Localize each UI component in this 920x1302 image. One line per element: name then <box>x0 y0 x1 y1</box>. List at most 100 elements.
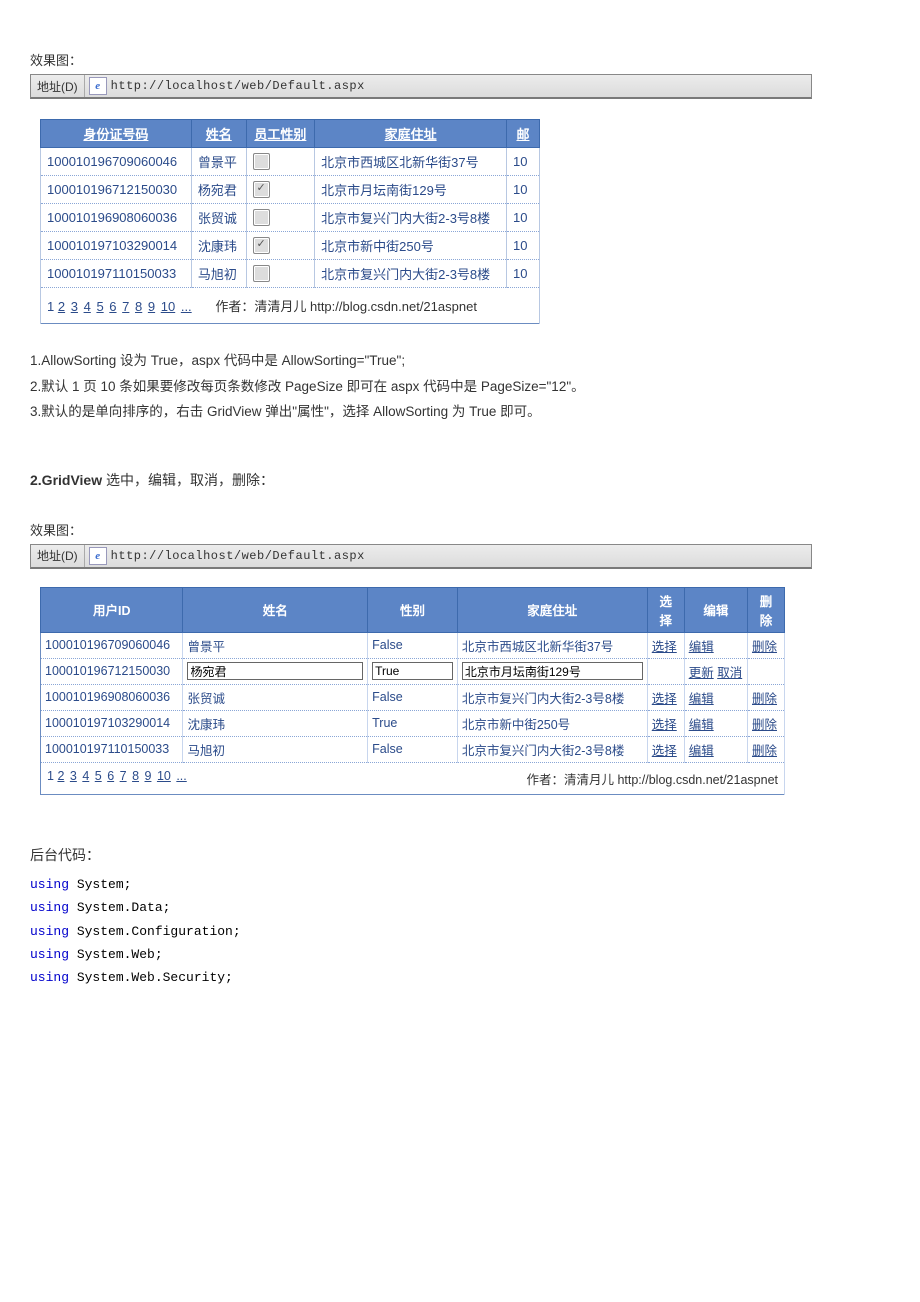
pager-link[interactable]: 7 <box>120 769 127 783</box>
gridview-1-author: 作者：清清月儿 http://blog.csdn.net/21aspnet <box>215 299 477 314</box>
edit-sex-input[interactable] <box>372 662 453 680</box>
cell-gender <box>246 176 315 204</box>
select-link[interactable]: 选择 <box>652 718 677 732</box>
gridview-2-pager[interactable]: 1 2 3 4 5 6 7 8 9 10 ... <box>47 769 189 783</box>
cell-gender <box>246 260 315 288</box>
cell-name: 张贸诚 <box>183 684 368 710</box>
cell-sex: False <box>368 684 458 710</box>
cell-name: 沈康玮 <box>183 710 368 736</box>
g2-col-name[interactable]: 姓名 <box>183 587 368 632</box>
note-1: 1.AllowSorting 设为 True，aspx 代码中是 AllowSo… <box>30 348 890 374</box>
cell-id: 100010197103290014 <box>41 710 183 736</box>
g2-col-sex[interactable]: 性别 <box>368 587 458 632</box>
cell-addr: 北京市复兴门内大街2-3号8楼 <box>315 204 507 232</box>
cell-id: 100010196908060036 <box>41 204 192 232</box>
cell-name: 马旭初 <box>191 260 246 288</box>
pager-link[interactable]: 2 <box>58 299 65 314</box>
g2-col-userid[interactable]: 用户ID <box>41 587 183 632</box>
address-url-1[interactable]: http://localhost/web/Default.aspx <box>111 79 365 93</box>
delete-link[interactable]: 删除 <box>752 744 777 758</box>
notes-block: 1.AllowSorting 设为 True，aspx 代码中是 AllowSo… <box>30 348 890 425</box>
cell-del: 删除 <box>748 684 785 710</box>
col-gender[interactable]: 员工性别 <box>246 120 315 148</box>
table-row: 100010196709060046曾景平False北京市西城区北新华街37号选… <box>41 632 785 658</box>
pager-link[interactable]: 9 <box>145 769 152 783</box>
pager-link[interactable]: 10 <box>161 299 175 314</box>
checkbox-icon[interactable] <box>253 237 270 254</box>
col-addr[interactable]: 家庭住址 <box>315 120 507 148</box>
checkbox-icon[interactable] <box>253 181 270 198</box>
cell-addr-edit[interactable] <box>457 658 647 684</box>
cell-tail: 10 <box>507 260 540 288</box>
pager-link[interactable]: 9 <box>148 299 155 314</box>
address-bar-2: 地址(D) e http://localhost/web/Default.asp… <box>30 544 812 569</box>
table-row: 100010197103290014沈康玮北京市新中街250号10 <box>41 232 540 260</box>
pager-link[interactable]: 4 <box>82 769 89 783</box>
cell-del: 删除 <box>748 710 785 736</box>
cell-gender <box>246 204 315 232</box>
select-link[interactable]: 选择 <box>652 744 677 758</box>
pager-link[interactable]: 7 <box>122 299 129 314</box>
cell-edit: 更新 取消 <box>684 658 747 684</box>
pager-link[interactable]: 6 <box>107 769 114 783</box>
checkbox-icon[interactable] <box>253 153 270 170</box>
pager-link[interactable]: 10 <box>157 769 171 783</box>
pager-link[interactable]: 3 <box>70 769 77 783</box>
cell-sex: False <box>368 632 458 658</box>
address-label-1: 地址(D) <box>31 75 85 97</box>
select-link[interactable]: 选择 <box>652 692 677 706</box>
edit-name-input[interactable] <box>187 662 363 680</box>
delete-link[interactable]: 删除 <box>752 718 777 732</box>
delete-link[interactable]: 删除 <box>752 692 777 706</box>
col-name[interactable]: 姓名 <box>191 120 246 148</box>
cell-id: 100010196709060046 <box>41 148 192 176</box>
checkbox-icon[interactable] <box>253 209 270 226</box>
pager-link[interactable]: 5 <box>95 769 102 783</box>
cell-gender <box>246 148 315 176</box>
cell-sel: 选择 <box>647 632 684 658</box>
section-2-heading-bold: 2.GridView <box>30 472 102 488</box>
pager-link[interactable]: 3 <box>71 299 78 314</box>
pager-link[interactable]: 4 <box>84 299 91 314</box>
gridview-2-author: 作者：清清月儿 http://blog.csdn.net/21aspnet <box>526 769 778 788</box>
cell-sex-edit[interactable] <box>368 658 458 684</box>
cell-name-edit[interactable] <box>183 658 368 684</box>
pager-link[interactable]: ... <box>181 299 192 314</box>
cancel-link[interactable]: 取消 <box>717 666 742 680</box>
ie-icon-glyph: e <box>95 80 100 92</box>
g2-col-addr[interactable]: 家庭住址 <box>457 587 647 632</box>
edit-link[interactable]: 编辑 <box>689 692 714 706</box>
col-mail-truncated[interactable]: 邮 <box>507 120 540 148</box>
table-row: 100010196709060046曾景平北京市西城区北新华街37号10 <box>41 148 540 176</box>
edit-link[interactable]: 编辑 <box>689 718 714 732</box>
cell-name: 杨宛君 <box>191 176 246 204</box>
edit-link[interactable]: 编辑 <box>689 744 714 758</box>
update-link[interactable]: 更新 <box>689 666 714 680</box>
pager-link[interactable]: 5 <box>96 299 103 314</box>
col-idcard[interactable]: 身份证号码 <box>41 120 192 148</box>
caption-effect-1: 效果图： <box>30 50 890 69</box>
cell-name: 曾景平 <box>183 632 368 658</box>
delete-link[interactable]: 删除 <box>752 640 777 654</box>
gridview-2: 用户ID 姓名 性别 家庭住址 选择 编辑 删除 100010196709060… <box>40 587 785 795</box>
cell-addr: 北京市西城区北新华街37号 <box>457 632 647 658</box>
cell-id: 100010196712150030 <box>41 176 192 204</box>
code-block: using System; using System.Data; using S… <box>30 873 890 990</box>
pager-link[interactable]: 8 <box>132 769 139 783</box>
edit-link[interactable]: 编辑 <box>689 640 714 654</box>
pager-link[interactable]: 2 <box>57 769 64 783</box>
gridview-1-pager[interactable]: 1 2 3 4 5 6 7 8 9 10 ... <box>47 299 197 314</box>
pager-link[interactable]: ... <box>176 769 186 783</box>
note-3: 3.默认的是单向排序的，右击 GridView 弹出"属性"，选择 AllowS… <box>30 399 890 425</box>
cell-sel: 选择 <box>647 710 684 736</box>
pager-link[interactable]: 8 <box>135 299 142 314</box>
address-url-2[interactable]: http://localhost/web/Default.aspx <box>111 549 365 563</box>
g2-col-sel: 选择 <box>647 587 684 632</box>
cell-edit: 编辑 <box>684 684 747 710</box>
edit-addr-input[interactable] <box>462 662 643 680</box>
pager-link[interactable]: 6 <box>109 299 116 314</box>
checkbox-icon[interactable] <box>253 265 270 282</box>
select-link[interactable]: 选择 <box>652 640 677 654</box>
ie-icon-glyph-2: e <box>95 550 100 562</box>
cell-addr: 北京市复兴门内大街2-3号8楼 <box>315 260 507 288</box>
